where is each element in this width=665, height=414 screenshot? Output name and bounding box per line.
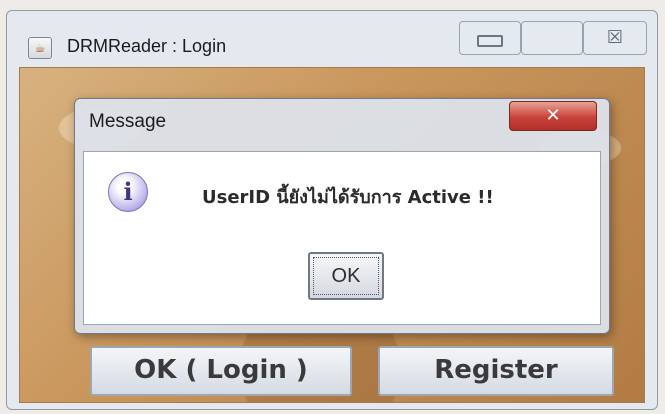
login-window-titlebar: ☕ DRMReader : Login ☒ — [7, 11, 657, 65]
close-icon: ✕ — [545, 105, 561, 126]
close-window-button[interactable]: ☒ — [583, 21, 647, 55]
java-app-icon: ☕ — [28, 37, 52, 59]
ok-button[interactable]: OK — [308, 252, 384, 300]
message-dialog: Message ✕ i UserID นี้ยังไม่ได้รับการ Ac… — [74, 98, 610, 334]
window-controls: ☒ — [459, 21, 649, 55]
window-title: DRMReader : Login — [67, 36, 227, 56]
dialog-body: i UserID นี้ยังไม่ได้รับการ Active !! OK — [83, 151, 601, 325]
close-icon: ☒ — [606, 27, 624, 48]
info-icon: i — [108, 172, 148, 212]
register-button[interactable]: Register — [378, 346, 614, 396]
maximize-button[interactable] — [521, 21, 583, 55]
dialog-message: UserID นี้ยังไม่ได้รับการ Active !! — [202, 187, 494, 208]
dialog-close-button[interactable]: ✕ — [509, 101, 597, 131]
login-button[interactable]: OK ( Login ) — [90, 346, 352, 396]
minimize-button[interactable] — [459, 21, 521, 55]
dialog-title: Message — [89, 111, 167, 132]
minimize-icon — [477, 35, 503, 47]
